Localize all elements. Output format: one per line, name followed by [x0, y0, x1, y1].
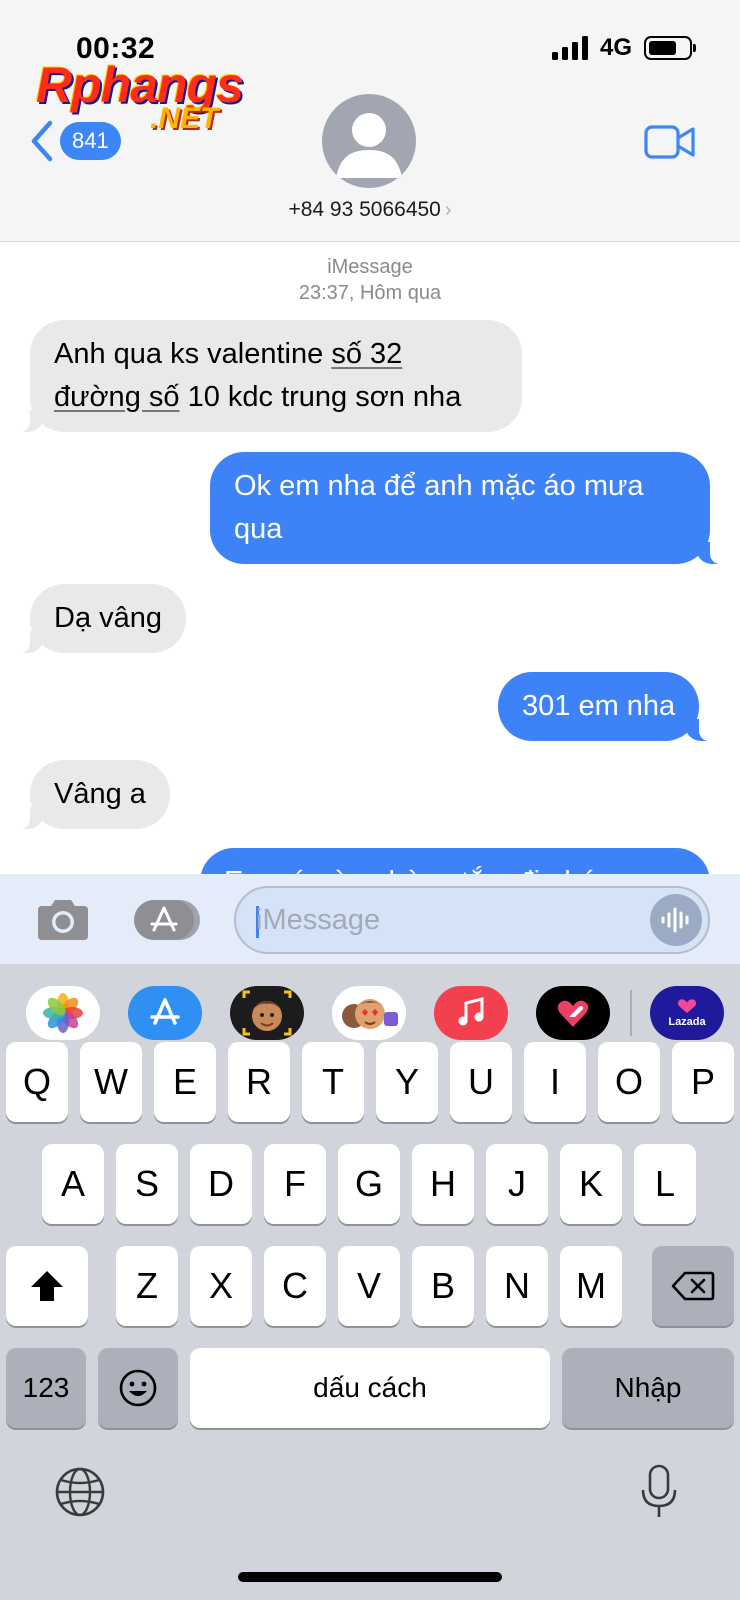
key-v[interactable]: V — [338, 1246, 400, 1326]
key-i[interactable]: I — [524, 1042, 586, 1122]
globe-icon[interactable] — [54, 1466, 106, 1518]
battery-icon — [644, 36, 696, 60]
key-y[interactable]: Y — [376, 1042, 438, 1122]
contact-name-button[interactable]: +84 93 5066450 › — [0, 198, 740, 222]
music-app-icon[interactable] — [434, 986, 508, 1040]
keyboard: Lazada Q W E R T Y U I O P A S D F G H J… — [0, 964, 740, 1600]
unread-count-badge: 841 — [60, 122, 121, 160]
message-bubble-incoming[interactable]: Anh qua ks valentine số 32 đường số 10 kd… — [16, 320, 522, 432]
back-button[interactable]: 841 — [30, 120, 121, 162]
key-d[interactable]: D — [190, 1144, 252, 1224]
digital-touch-app-icon[interactable] — [536, 986, 610, 1040]
key-s[interactable]: S — [116, 1144, 178, 1224]
message-input[interactable] — [256, 888, 636, 952]
conversation-header: 00:32 4G Rphangs .NET 841 +84 93 5066450… — [0, 0, 740, 242]
key-t[interactable]: T — [302, 1042, 364, 1122]
message-text: Dạ vâng — [54, 602, 163, 634]
key-b[interactable]: B — [412, 1246, 474, 1326]
lazada-heart-icon — [677, 999, 697, 1014]
key-c[interactable]: C — [264, 1246, 326, 1326]
service-label: iMessage — [327, 256, 413, 278]
message-bubble-outgoing[interactable]: 301 em nha — [498, 672, 714, 741]
key-z[interactable]: Z — [116, 1246, 178, 1326]
app-store-app-icon[interactable] — [128, 986, 202, 1040]
message-bubble-incoming[interactable]: Vâng a — [16, 760, 170, 829]
status-indicators: 4G — [551, 34, 696, 62]
message-text: Ok em nha để anh mặc áo mưa qua — [234, 470, 644, 545]
message-text: 301 em nha — [522, 690, 676, 722]
message-text: 10 kdc trung sơn nha — [179, 381, 462, 413]
key-f[interactable]: F — [264, 1144, 326, 1224]
cellular-signal-icon — [551, 36, 588, 60]
return-key[interactable]: Nhập — [562, 1348, 734, 1428]
key-o[interactable]: O — [598, 1042, 660, 1122]
emoji-icon — [119, 1369, 157, 1407]
thread-meta: iMessage 23:37, Hôm qua — [0, 254, 740, 306]
camera-icon[interactable] — [34, 898, 92, 942]
numbers-key[interactable]: 123 — [6, 1348, 86, 1428]
lazada-app-icon[interactable]: Lazada — [650, 986, 724, 1040]
lazada-label: Lazada — [668, 1016, 706, 1028]
message-text: Anh qua ks valentine — [54, 338, 332, 370]
key-q[interactable]: Q — [6, 1042, 68, 1122]
message-timestamp: 23:37, Hôm qua — [298, 282, 442, 304]
watermark-line2: .NET — [150, 102, 219, 135]
key-e[interactable]: E — [154, 1042, 216, 1122]
space-key[interactable]: dấu cách — [190, 1348, 550, 1428]
network-type: 4G — [599, 34, 632, 61]
key-g[interactable]: G — [338, 1144, 400, 1224]
key-j[interactable]: J — [486, 1144, 548, 1224]
key-p[interactable]: P — [672, 1042, 734, 1122]
key-l[interactable]: L — [634, 1144, 696, 1224]
contact-avatar-icon[interactable] — [322, 94, 416, 188]
message-input-field[interactable] — [234, 886, 710, 954]
memoji-app-icon[interactable] — [230, 986, 304, 1040]
key-u[interactable]: U — [450, 1042, 512, 1122]
contact-number: +84 93 5066450 — [288, 198, 441, 221]
key-w[interactable]: W — [80, 1042, 142, 1122]
delete-key[interactable] — [652, 1246, 734, 1326]
video-camera-icon[interactable] — [644, 124, 696, 160]
chevron-right-icon: › — [444, 199, 452, 221]
key-k[interactable]: K — [560, 1144, 622, 1224]
key-r[interactable]: R — [228, 1042, 290, 1122]
memoji-stickers-app-icon[interactable] — [332, 986, 406, 1040]
key-a[interactable]: A — [42, 1144, 104, 1224]
message-text: Vâng a — [54, 778, 146, 810]
photos-app-icon[interactable] — [26, 986, 100, 1040]
home-indicator[interactable] — [238, 1572, 502, 1582]
address-link[interactable]: đường số — [54, 381, 180, 413]
audio-message-icon[interactable] — [650, 894, 702, 946]
key-h[interactable]: H — [412, 1144, 474, 1224]
key-n[interactable]: N — [486, 1246, 548, 1326]
key-x[interactable]: X — [190, 1246, 252, 1326]
shift-arrow-icon — [31, 1271, 63, 1301]
message-bubble-outgoing[interactable]: Ok em nha để anh mặc áo mưa qua — [210, 452, 724, 564]
backspace-icon — [671, 1271, 715, 1301]
compose-bar — [0, 874, 740, 964]
chevron-left-icon — [31, 120, 53, 162]
emoji-key[interactable] — [98, 1348, 178, 1428]
message-bubble-incoming[interactable]: Dạ vâng — [15, 584, 187, 653]
key-m[interactable]: M — [560, 1246, 622, 1326]
drawer-divider — [630, 990, 632, 1036]
app-store-icon[interactable] — [132, 898, 202, 942]
microphone-icon[interactable] — [638, 1464, 680, 1520]
address-link[interactable]: số 32 — [331, 338, 402, 370]
shift-key[interactable] — [6, 1246, 88, 1326]
